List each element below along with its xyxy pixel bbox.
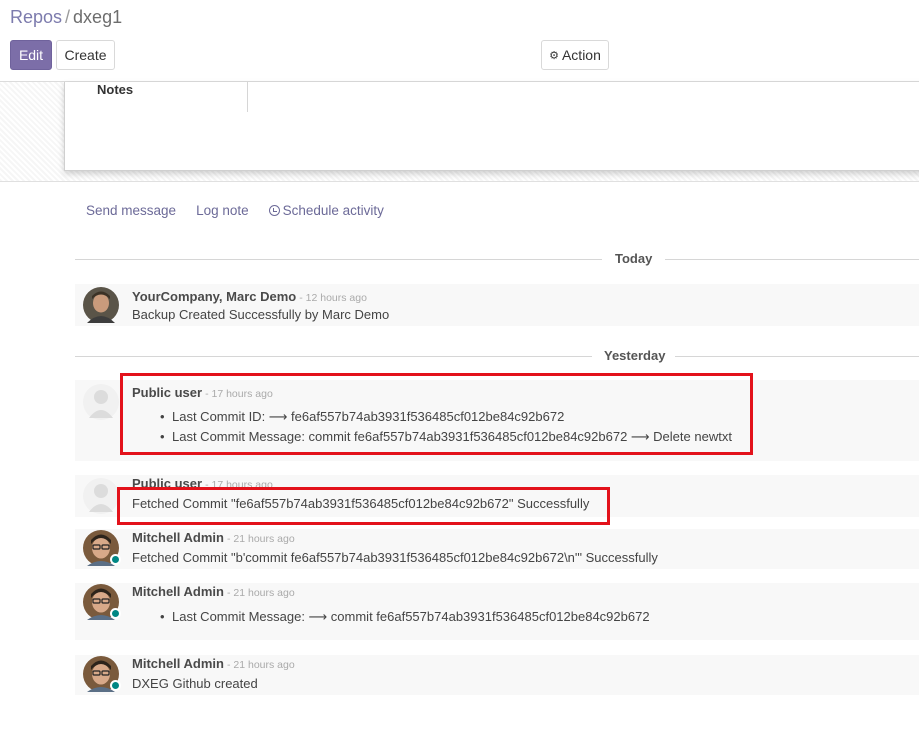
online-status-icon xyxy=(110,680,121,691)
message-author: Mitchell Admin - 21 hours ago xyxy=(132,530,295,545)
message-author: YourCompany, Marc Demo - 12 hours ago xyxy=(132,289,367,304)
notes-label: Notes xyxy=(97,82,134,97)
avatar[interactable] xyxy=(83,478,119,514)
author-name[interactable]: Mitchell Admin xyxy=(132,584,224,599)
message-date: - 21 hours ago xyxy=(226,533,295,545)
schedule-activity-link[interactable]: Schedule activity xyxy=(268,203,384,218)
tracking-list: Last Commit Message: ⟶ commit fe6af557b7… xyxy=(160,607,650,627)
separator-line xyxy=(675,356,919,357)
message-date: - 12 hours ago xyxy=(299,292,367,304)
message-author: Mitchell Admin - 21 hours ago xyxy=(132,656,295,671)
online-status-icon xyxy=(110,554,121,565)
avatar-photo xyxy=(83,287,119,323)
online-status-icon xyxy=(110,608,121,619)
author-name[interactable]: Mitchell Admin xyxy=(132,656,224,671)
schedule-activity-label: Schedule activity xyxy=(282,203,384,218)
breadcrumb-current: dxeg1 xyxy=(73,7,123,27)
avatar[interactable] xyxy=(83,384,119,420)
author-name[interactable]: YourCompany, Marc Demo xyxy=(132,289,296,304)
avatar[interactable] xyxy=(83,656,121,692)
separator-line xyxy=(75,259,602,260)
message-item: Mitchell Admin - 21 hours ago Fetched Com… xyxy=(75,529,919,569)
control-panel: Repos / dxeg1 Edit Create ⚙ Action xyxy=(0,0,919,82)
avatar[interactable] xyxy=(83,584,121,620)
message-body: Fetched Commit "b'commit fe6af557b74ab39… xyxy=(132,550,658,565)
action-label: Action xyxy=(561,47,601,63)
highlight-box-fetched-commit xyxy=(117,487,610,525)
message-body: DXEG Github created xyxy=(132,676,258,691)
message-author: Mitchell Admin - 21 hours ago xyxy=(132,584,295,599)
action-button[interactable]: ⚙ Action xyxy=(541,40,609,70)
breadcrumb-repos-link[interactable]: Repos xyxy=(10,7,62,27)
log-note-link[interactable]: Log note xyxy=(196,203,249,218)
separator-label: Today xyxy=(615,251,653,266)
avatar[interactable] xyxy=(83,287,119,323)
separator-label: Yesterday xyxy=(604,348,666,363)
form-sheet: Notes xyxy=(64,82,919,171)
date-separator-yesterday: Yesterday xyxy=(75,348,919,364)
send-message-link[interactable]: Send message xyxy=(86,203,176,218)
notes-divider xyxy=(247,82,248,112)
message-item: Mitchell Admin - 21 hours ago DXEG Github… xyxy=(75,655,919,695)
chatter-topbar: Send message Log note Schedule activity xyxy=(86,203,384,218)
create-button[interactable]: Create xyxy=(56,40,115,70)
message-item: Mitchell Admin- 21 hours ago Last Commit… xyxy=(75,583,919,640)
message-item: YourCompany, Marc Demo - 12 hours ago Bac… xyxy=(75,284,919,326)
gear-icon: ⚙ xyxy=(549,49,559,62)
date-separator-today: Today xyxy=(75,251,919,267)
breadcrumb: Repos / dxeg1 xyxy=(10,7,122,28)
avatar[interactable] xyxy=(83,530,121,566)
separator-line xyxy=(665,259,919,260)
breadcrumb-separator: / xyxy=(65,7,71,27)
highlight-box-commit-tracking xyxy=(120,373,753,455)
message-date: - 21 hours ago xyxy=(226,659,295,671)
default-avatar-icon xyxy=(83,384,119,420)
edit-button[interactable]: Edit xyxy=(10,40,52,70)
default-avatar-icon xyxy=(83,478,119,514)
separator-line xyxy=(75,356,592,357)
message-date: - 21 hours ago xyxy=(226,587,295,599)
message-body: Backup Created Successfully by Marc Demo xyxy=(132,307,390,322)
author-name[interactable]: Mitchell Admin xyxy=(132,530,224,545)
tracking-item: Last Commit Message: ⟶ commit fe6af557b7… xyxy=(160,607,650,627)
clock-icon xyxy=(268,205,280,216)
